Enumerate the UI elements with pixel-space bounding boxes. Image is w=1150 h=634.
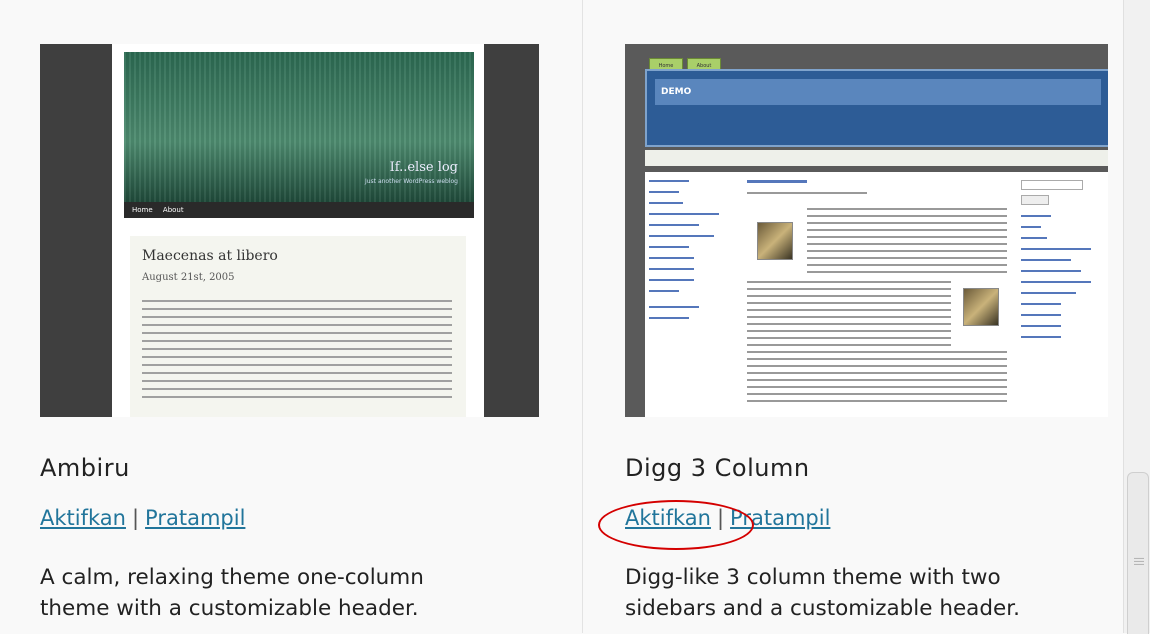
screenshot-header-text: DEMO [655, 79, 1101, 105]
description-line: sidebars and a customizable header. [625, 596, 1020, 621]
theme-screenshot[interactable]: Home About DEMO [625, 44, 1108, 417]
screenshot-right-sidebar [1021, 180, 1105, 347]
theme-title: Digg 3 Column [625, 454, 810, 482]
grip-icon: ― ― ― [1134, 553, 1144, 570]
screenshot-search-bar [645, 150, 1108, 166]
highlight-circle [598, 500, 754, 550]
vertical-scrollbar[interactable]: ― ― ― [1123, 0, 1150, 634]
screenshot-left-sidebar [649, 180, 737, 328]
screenshot-image [963, 288, 999, 326]
theme-description: Digg-like 3 column theme with two sideba… [625, 562, 1145, 624]
screenshot-body [645, 172, 1108, 417]
description-line: Digg-like 3 column theme with two [625, 565, 1001, 590]
screenshot-main-column [747, 180, 1007, 407]
scrollbar-thumb[interactable]: ― ― ― [1127, 472, 1149, 634]
theme-card-digg-3-column: Home About DEMO Digg 3 Column Aktifkan |… [0, 0, 1123, 633]
screenshot-image [757, 222, 793, 260]
screenshot-header: DEMO [645, 69, 1108, 147]
